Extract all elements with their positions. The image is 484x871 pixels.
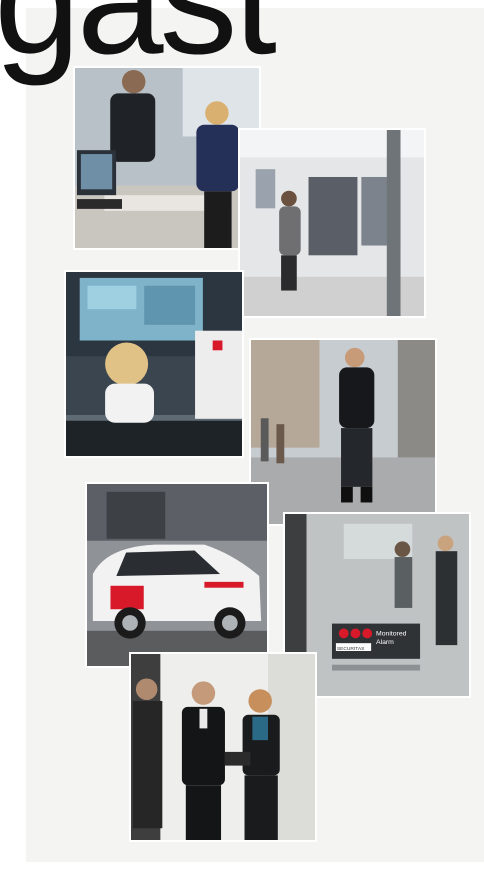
street-patrol-guard-photo (249, 338, 437, 526)
sign-line-1: Monitored (376, 630, 407, 637)
headline-text: gast (0, 0, 277, 87)
reception-desk-photo (73, 66, 261, 250)
sign-brand-text: SECURITAS (337, 646, 365, 652)
business-meeting-photo (129, 652, 317, 842)
collage-panel: Monitored Alarm SECURITAS (26, 8, 484, 862)
retail-store-photo (238, 128, 426, 318)
sign-line-2: Alarm (376, 639, 394, 646)
patrol-car-photo (85, 482, 269, 668)
control-room-operator-photo (64, 270, 244, 458)
